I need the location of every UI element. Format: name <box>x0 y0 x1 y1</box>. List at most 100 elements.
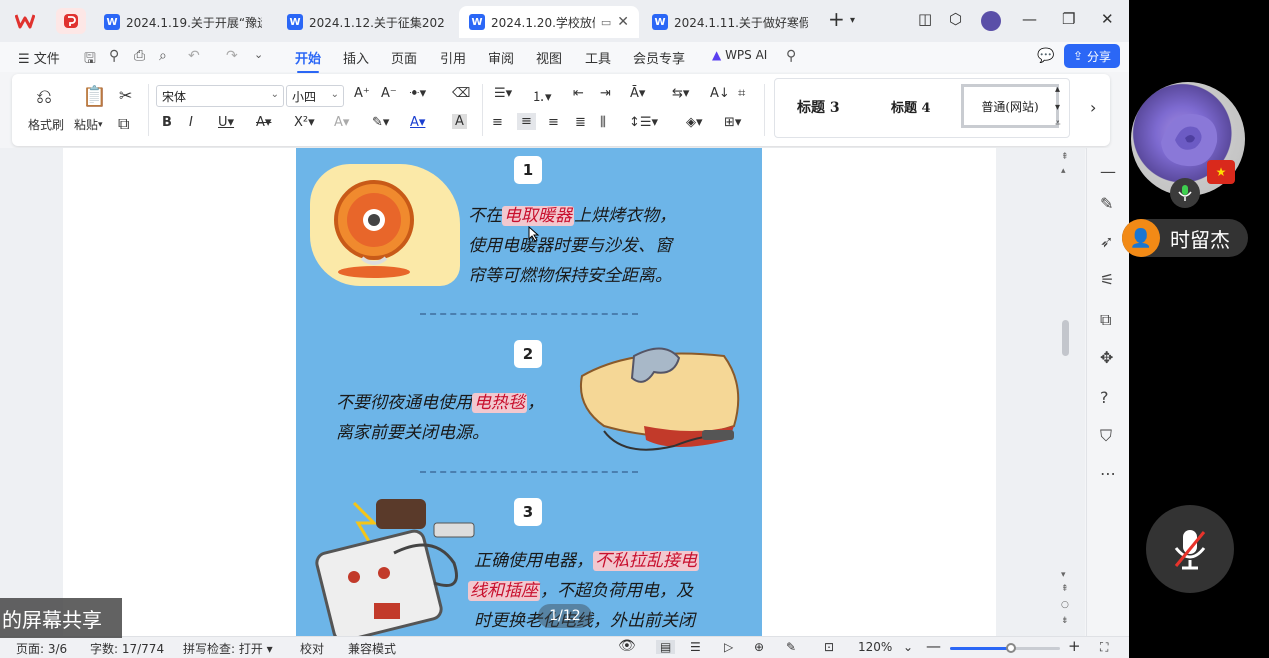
help-icon[interactable]: ? <box>1100 388 1109 407</box>
borders-icon[interactable]: ⊞▾ <box>724 115 741 130</box>
pdf-app-icon[interactable] <box>56 8 86 34</box>
zoom-level[interactable]: 120% <box>858 640 892 654</box>
chevron-down-icon[interactable]: ⌄ <box>903 640 913 654</box>
proofread-button[interactable]: 校对 <box>300 640 324 657</box>
wps-ai-button[interactable]: ▲ WPS AI <box>712 48 767 62</box>
tab-member[interactable]: 会员专享 <box>633 48 685 67</box>
increase-indent-icon[interactable]: ⇥ <box>600 86 611 101</box>
copy-icon[interactable]: ⧉ <box>118 114 129 134</box>
pen-mode-icon[interactable]: ✎ <box>786 640 796 654</box>
comment-icon[interactable]: 💬 <box>1037 48 1054 64</box>
style-heading-3[interactable]: 标题 3 <box>797 97 840 117</box>
print-preview-icon[interactable]: ⌕ <box>159 48 167 64</box>
pen-icon[interactable]: ✎ <box>1100 194 1113 213</box>
bullet-list-icon[interactable]: ☰▾ <box>494 86 512 101</box>
collapse-icon[interactable]: — <box>1100 162 1116 181</box>
shrink-font-icon[interactable]: A⁻ <box>381 86 397 101</box>
superscript-icon[interactable]: X²▾ <box>294 115 315 130</box>
paste-label[interactable]: 粘贴 <box>74 116 98 133</box>
strikethrough-icon[interactable]: A▾ <box>256 115 271 130</box>
outline-view-icon[interactable]: ☰ <box>690 640 701 654</box>
minimize-icon[interactable]: — <box>1022 10 1037 28</box>
zoom-slider[interactable] <box>950 643 1060 653</box>
font-name-select[interactable]: 宋体 ⌄ <box>156 85 284 107</box>
print-icon[interactable]: ⎙ <box>134 48 145 64</box>
file-menu[interactable]: ☰ 文件 <box>18 48 60 67</box>
more-icon[interactable]: ⋯ <box>1100 464 1116 483</box>
shirt-icon[interactable]: ⛉ <box>1100 426 1112 446</box>
close-window-icon[interactable]: ✕ <box>1101 10 1114 28</box>
select-cursor-icon[interactable]: ➶ <box>1100 232 1113 251</box>
paste-icon[interactable]: 📋 <box>82 84 107 108</box>
align-left-icon[interactable]: ≡ <box>492 115 503 130</box>
clear-format-icon[interactable]: ⌫ <box>452 86 470 101</box>
tab-page[interactable]: 页面 <box>391 48 417 67</box>
search-icon[interactable]: ⚲ <box>786 48 796 64</box>
sort-icon[interactable]: A↓ <box>710 86 730 101</box>
tools-icon[interactable]: ✥ <box>1100 348 1113 367</box>
chevron-down-icon[interactable]: ▾ <box>850 15 855 26</box>
paste-dropdown-icon[interactable]: ▾ <box>98 120 103 130</box>
text-effect-icon[interactable]: A▾ <box>334 115 349 130</box>
scroll-up-small-icon[interactable]: ▴ <box>1061 166 1066 176</box>
image-tools-icon[interactable]: ⧉ <box>1100 310 1111 330</box>
styles-expand-icon[interactable]: ⩡ <box>1055 118 1061 129</box>
font-color-icon[interactable]: A▾ <box>410 115 425 130</box>
cube-icon[interactable]: ⬡ <box>949 10 962 28</box>
align-right-icon[interactable]: ≡ <box>548 115 559 130</box>
highlight-icon[interactable]: ✎▾ <box>372 115 389 130</box>
restore-icon[interactable]: ❐ <box>1062 10 1075 28</box>
page-count[interactable]: 页面: 3/6 <box>16 640 67 657</box>
cut-icon[interactable]: ✂ <box>119 86 132 105</box>
user-avatar[interactable] <box>981 11 1001 31</box>
spell-check-toggle[interactable]: 拼写检查: 打开 ▾ <box>183 640 273 657</box>
styles-scroll-up-icon[interactable]: ▴ <box>1055 84 1060 95</box>
redo-icon[interactable]: ↷ <box>226 48 238 64</box>
share-button[interactable]: ⇪ 分享 <box>1064 44 1120 68</box>
tab-doc-2[interactable]: W 2024.1.12.关于征集2024年 <box>277 6 455 38</box>
browse-object-icon[interactable]: ○ <box>1061 600 1069 610</box>
bold-icon[interactable]: B <box>162 115 172 130</box>
eye-icon[interactable]: 👁 <box>618 638 636 654</box>
char-shading-icon[interactable]: A <box>452 114 467 129</box>
save-icon[interactable]: 🖫 <box>84 48 96 72</box>
mute-microphone-button[interactable] <box>1146 505 1234 593</box>
tab-review[interactable]: 审阅 <box>488 48 514 67</box>
text-direction-icon[interactable]: Ā▾ <box>630 86 645 101</box>
decrease-indent-icon[interactable]: ⇤ <box>573 86 584 101</box>
page-view-icon[interactable]: ▤ <box>656 640 676 654</box>
tab-insert[interactable]: 插入 <box>343 48 369 67</box>
line-spacing-icon[interactable]: ↕☰▾ <box>629 115 658 130</box>
fullscreen-icon[interactable]: ⛶ <box>1100 640 1108 655</box>
style-heading-4[interactable]: 标题 4 <box>891 97 931 116</box>
tab-doc-4[interactable]: W 2024.1.11.关于做好寒假期 <box>642 6 818 38</box>
prev-page-icon[interactable]: ⇞ <box>1061 584 1069 594</box>
shading-icon[interactable]: ◈▾ <box>686 115 703 130</box>
vertical-scrollbar[interactable]: ⇞ ▴ ▾ ⇞ ○ ⇟ <box>1058 148 1074 636</box>
numbered-list-icon[interactable]: ⒈▾ <box>532 86 552 105</box>
tab-doc-1[interactable]: W 2024.1.19.关于开展“豫运 <box>94 6 272 38</box>
styles-scroll-down-icon[interactable]: ▾ <box>1055 102 1060 113</box>
show-marks-icon[interactable]: ⌗ <box>738 86 745 101</box>
scroll-down-small-icon[interactable]: ▾ <box>1061 570 1066 580</box>
zoom-in-icon[interactable]: + <box>1068 637 1081 655</box>
distribute-icon[interactable]: ⫼ <box>600 115 606 130</box>
tab-view[interactable]: 视图 <box>536 48 562 67</box>
tab-references[interactable]: 引用 <box>440 48 466 67</box>
scroll-up-icon[interactable]: ⇞ <box>1061 152 1069 162</box>
zoom-out-icon[interactable]: — <box>926 637 941 655</box>
zoom-slider-knob[interactable] <box>1005 643 1016 653</box>
link-icon[interactable]: ⚲ <box>109 48 119 64</box>
grow-font-icon[interactable]: A⁺ <box>354 86 370 101</box>
font-size-select[interactable]: 小四 ⌄ <box>286 85 344 107</box>
play-icon[interactable]: ▷ <box>724 640 733 654</box>
sidebar-toggle-icon[interactable]: ◫ <box>918 10 932 28</box>
scrollbar-thumb[interactable] <box>1062 320 1069 356</box>
adjust-icon[interactable]: ⚟ <box>1100 270 1114 289</box>
format-painter-label[interactable]: 格式刷 <box>28 116 64 133</box>
next-page-icon[interactable]: ⇟ <box>1061 616 1069 626</box>
word-count[interactable]: 字数: 17/774 <box>90 640 164 657</box>
undo-icon[interactable]: ↶ <box>188 48 200 64</box>
tab-home[interactable]: 开始 <box>295 48 321 73</box>
italic-icon[interactable]: I <box>189 115 193 130</box>
